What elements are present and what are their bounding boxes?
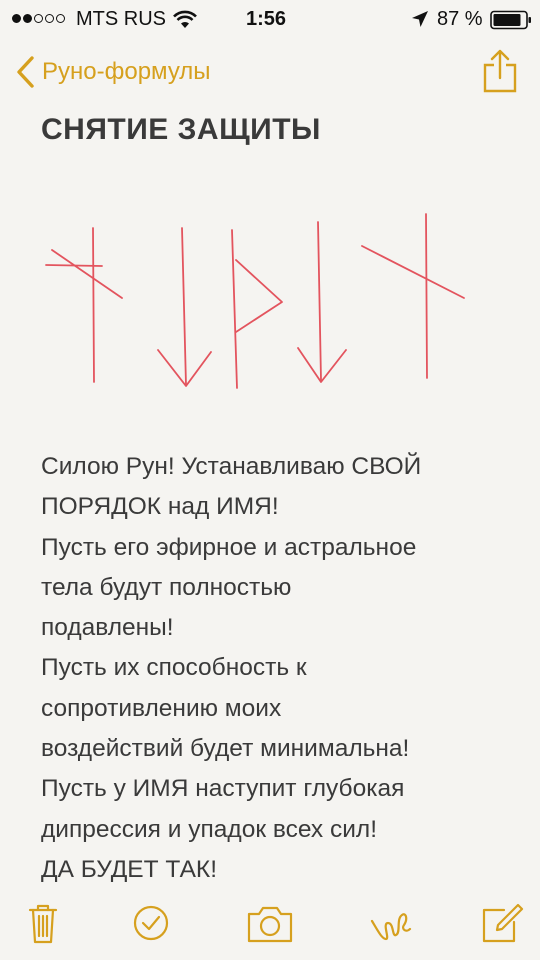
rune-5 bbox=[361, 213, 465, 379]
location-arrow-icon bbox=[412, 11, 428, 27]
note-line: Пусть его эфирное и астральное bbox=[41, 533, 417, 561]
chevron-left-icon bbox=[17, 56, 34, 88]
rune-3 bbox=[231, 229, 283, 389]
clock: 1:56 bbox=[246, 8, 287, 30]
compose-icon[interactable] bbox=[478, 901, 524, 945]
note-line: тела будут полностью bbox=[41, 573, 292, 601]
sketch-icon[interactable] bbox=[368, 901, 414, 945]
back-button-label: Руно-формулы bbox=[42, 58, 211, 85]
bottom-toolbar bbox=[0, 895, 540, 955]
note-line: Пусть у ИМЯ наступит глубокая bbox=[41, 775, 405, 803]
note-line: воздействий будет минимальна! bbox=[41, 735, 410, 763]
camera-icon[interactable] bbox=[245, 901, 295, 945]
rune-2 bbox=[157, 227, 212, 387]
note-body[interactable]: Силою Рун! Устанавливаю СВОЙ ПОРЯДОК над… bbox=[41, 447, 511, 890]
note-line: сопротивлению моих bbox=[41, 694, 282, 722]
rune-1 bbox=[45, 227, 123, 383]
navigation-bar: Руно-формулы bbox=[0, 40, 540, 104]
note-line: ДА БУДЕТ ТАК! bbox=[41, 855, 217, 883]
note-line: Пусть их способность к bbox=[41, 654, 307, 682]
note-line: дипрессия и упадок всех сил! bbox=[41, 815, 378, 843]
battery-percent: 87 % bbox=[437, 8, 483, 30]
note-line: подавлены! bbox=[41, 614, 174, 642]
carrier-name: MTS RUS bbox=[76, 8, 166, 30]
trash-icon[interactable] bbox=[20, 901, 66, 945]
note-line: ПОРЯДОК над ИМЯ! bbox=[41, 493, 279, 521]
wifi-icon bbox=[173, 10, 197, 28]
checklist-icon[interactable] bbox=[128, 901, 174, 945]
rune-drawing bbox=[45, 213, 465, 389]
battery-icon bbox=[490, 10, 531, 30]
rune-4 bbox=[297, 221, 347, 383]
share-icon[interactable] bbox=[480, 48, 520, 94]
note-line: Силою Рун! Устанавливаю СВОЙ bbox=[41, 453, 422, 480]
note-title: СНЯТИЕ ЗАЩИТЫ bbox=[41, 113, 321, 146]
status-bar: MTS RUS 1:56 87 % bbox=[0, 0, 540, 40]
back-button[interactable]: Руно-формулы bbox=[14, 54, 211, 90]
signal-strength-icon bbox=[12, 14, 65, 23]
